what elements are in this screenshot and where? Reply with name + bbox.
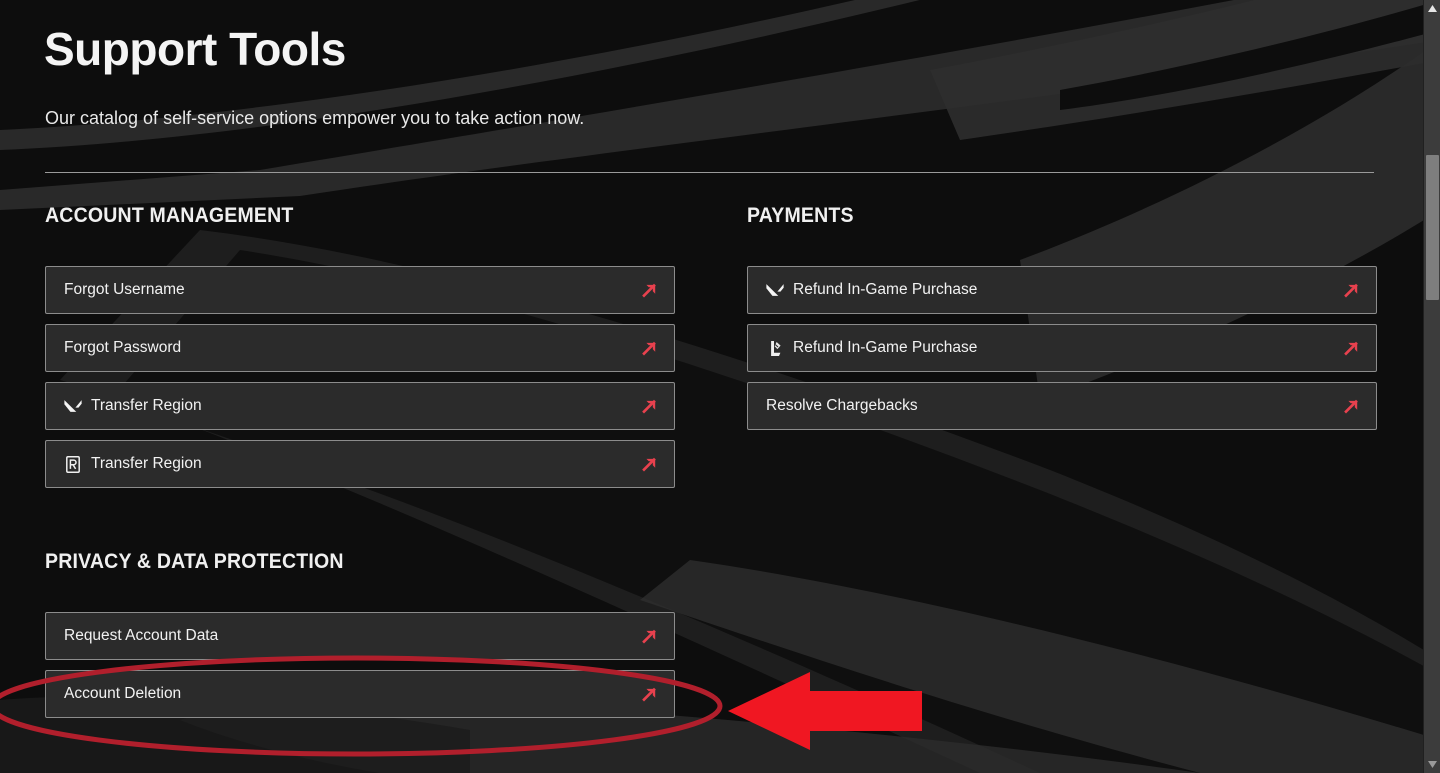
section-account-management: ACCOUNT MANAGEMENT Forgot Username Forgot … [45,204,675,488]
league-of-legends-icon [766,339,784,357]
scroll-up-arrow-icon[interactable] [1424,0,1440,17]
tool-row-label: Refund In-Game Purchase [793,339,978,356]
external-link-arrow-icon[interactable] [1340,395,1362,417]
tool-row-label: Transfer Region [91,397,202,414]
external-link-arrow-icon[interactable] [638,683,660,705]
external-link-arrow-icon[interactable] [638,395,660,417]
section-title: ACCOUNT MANAGEMENT [45,204,294,227]
header-divider [45,172,1374,173]
tool-row-label: Resolve Chargebacks [766,397,918,414]
tool-row[interactable]: Transfer Region [45,440,675,488]
external-link-arrow-icon[interactable] [638,453,660,475]
vertical-scrollbar[interactable] [1423,0,1440,773]
tool-row-label: Transfer Region [91,455,202,472]
page-subtitle: Our catalog of self-service options empo… [45,108,585,128]
support-tools-page: Support Tools Our catalog of self-servic… [0,0,1440,773]
tool-row[interactable]: Account Deletion [45,670,675,718]
section-title: PAYMENTS [747,204,854,227]
page-title: Support Tools [44,23,346,75]
section-privacy-data-protection: PRIVACY & DATA PROTECTION Request Account… [45,550,675,718]
page-content: Support Tools Our catalog of self-servic… [0,0,1423,773]
section-payments: PAYMENTS Refund In-Game Purchase Refund In… [747,204,1377,430]
tool-row[interactable]: Resolve Chargebacks [747,382,1377,430]
section-title: PRIVACY & DATA PROTECTION [45,550,344,573]
tool-row[interactable]: Forgot Password [45,324,675,372]
tool-row-label: Forgot Username [64,281,185,298]
tool-row[interactable]: Transfer Region [45,382,675,430]
external-link-arrow-icon[interactable] [638,337,660,359]
page-viewport: Support Tools Our catalog of self-servic… [0,0,1423,773]
right-column: PAYMENTS Refund In-Game Purchase Refund In… [747,204,1377,440]
tool-row[interactable]: Request Account Data [45,612,675,660]
scroll-down-arrow-icon[interactable] [1424,756,1440,773]
tool-row-label: Account Deletion [64,685,182,702]
external-link-arrow-icon[interactable] [1340,279,1362,301]
external-link-arrow-icon[interactable] [638,625,660,647]
tool-row[interactable]: Refund In-Game Purchase [747,266,1377,314]
tool-row[interactable]: Forgot Username [45,266,675,314]
left-column: ACCOUNT MANAGEMENT Forgot Username Forgot … [45,204,675,728]
external-link-arrow-icon[interactable] [638,279,660,301]
tool-row-label: Refund In-Game Purchase [793,281,978,298]
valorant-icon [766,281,784,299]
tool-row[interactable]: Refund In-Game Purchase [747,324,1377,372]
valorant-icon [64,397,82,415]
external-link-arrow-icon[interactable] [1340,337,1362,359]
scrollbar-thumb[interactable] [1426,155,1439,300]
tool-row-label: Request Account Data [64,627,219,644]
wild-rift-icon [64,455,82,473]
tool-row-label: Forgot Password [64,339,182,356]
